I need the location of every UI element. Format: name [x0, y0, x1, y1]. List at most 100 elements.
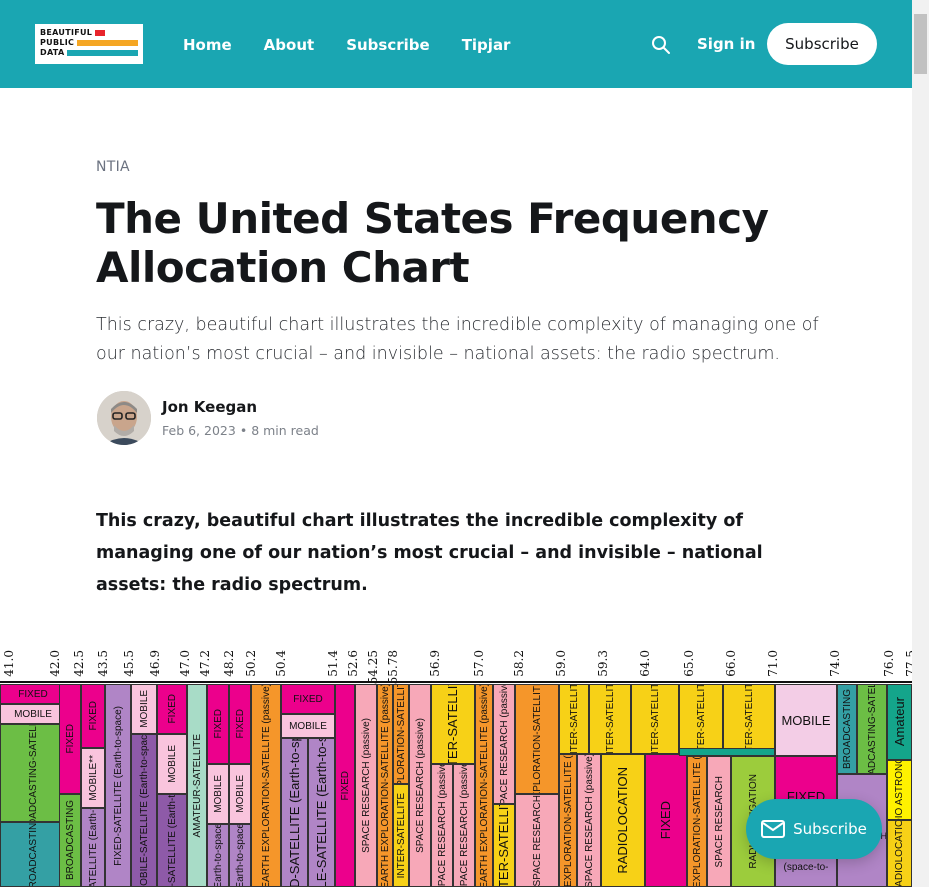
band-mobile-satellite: MOBILE-SATELLITE (Earth-to-space) [157, 794, 187, 887]
tick-label: 42.5 [72, 650, 86, 677]
tick-label: 56.9 [428, 650, 442, 677]
band-amateur-satellite: AMATEUR-SATELLITE [187, 684, 207, 887]
band-mobile-star: MOBILE** [81, 748, 105, 808]
band-radiolocation: RADIOLOCATION [887, 820, 912, 887]
tick-label: 51.4 [326, 650, 340, 677]
nav-home[interactable]: Home [183, 36, 232, 54]
band-broadcasting: BROADCASTING [59, 794, 81, 887]
band-broadcasting-satellite: BROADCASTING-SATELLITE [0, 724, 66, 822]
tick-label: 74.0 [828, 650, 842, 677]
band-eess-passive: EARTH EXPLORATION-SATELLITE (passive) [687, 756, 707, 887]
band-space-research: SPACE RESEARCH [707, 756, 731, 887]
tick-label: 59.3 [596, 650, 610, 677]
band-fixed: FIXED [645, 754, 687, 887]
band-fixed: FIXED [0, 684, 66, 704]
band-mobile: MOBILE [157, 734, 187, 794]
author-name[interactable]: Jon Keegan [162, 398, 257, 416]
band-eess-passive: EARTH EXPLORATION-SATELLITE (passive) [515, 684, 559, 794]
avatar-photo [97, 391, 151, 445]
tick-label: 77.5 [904, 650, 912, 677]
band-fixed-satellite: FIXED-SATELLITE (Earth-to-space) [81, 808, 105, 887]
band-mobile: MOBILE [281, 714, 335, 738]
band-inter-satellite: INTER-SATELLITE [589, 684, 631, 754]
band-mobile: MOBILE [0, 704, 66, 724]
band-radiolocation: RADIOLOCATION [601, 754, 645, 887]
band-inter-satellite: INTER-SATELLITE [631, 684, 679, 754]
band-fixed-satellite: FIXED-SATELLITE (Earth-to-space) [105, 684, 131, 887]
search-icon[interactable] [651, 35, 671, 55]
band-broadcasting-satellite: BROADCASTING-SATELLITE [857, 684, 887, 774]
band-inter-satellite: INTER-SATELLITE [559, 684, 589, 754]
tick-label: 65.0 [682, 650, 696, 677]
tick-label: 43.5 [96, 650, 110, 677]
band-radio-astronomy: RADIO ASTRONOMY [887, 760, 912, 820]
read-time: 8 min read [251, 423, 319, 438]
tick-label: 50.2 [244, 650, 258, 677]
tick-label: 55.78 [386, 650, 400, 685]
band-space-research-passive: SPACE RESEARCH (passive) [431, 764, 453, 887]
band-earth-to-space: Earth-to-space [207, 824, 229, 887]
band-mobile: MOBILE [131, 684, 157, 734]
main-nav: Home About Subscribe Tipjar [183, 36, 542, 54]
band-space-research-passive: SPACE RESEARCH (passive) [355, 684, 377, 887]
band-mobile-satellite: MOBILE-SATELLITE (Earth-to-space) [131, 734, 157, 887]
tick-label: 46.9 [148, 650, 162, 677]
logo-line: DATA [40, 48, 138, 58]
band-fixed: FIXED [157, 684, 187, 734]
tick-label: 41.0 [2, 650, 16, 677]
band-space-research-passive: SPACE RESEARCH (passive) [409, 684, 431, 887]
logo-line: BEAUTIFUL [40, 28, 138, 38]
article-tag[interactable]: NTIA [96, 158, 130, 176]
band-inter-satellite: INTER-SATELLITE [723, 684, 775, 754]
band-fixed-satellite: FIXED-SATELLITE (Earth-to-space) [281, 738, 308, 887]
envelope-icon [761, 820, 786, 838]
tick-label: 52.6 [346, 650, 360, 677]
band-eess-passive: EARTH EXPLORATION-SATELLITE (passive) [559, 754, 577, 887]
tick-label: 64.0 [638, 650, 652, 677]
band-amateur: Amateur [887, 684, 912, 760]
band-space-research-passive: SPACE RESEARCH (passive) [493, 684, 515, 804]
meta-separator: • [239, 423, 248, 438]
band-eess-passive: EARTH EXPLORATION-SATELLITE (passive) [475, 684, 493, 887]
tick-label: 59.0 [554, 650, 568, 677]
article-meta: Feb 6, 2023 • 8 min read [162, 423, 319, 439]
band-broadcasting: BROADCASTING [837, 684, 857, 774]
band-eess-passive: EARTH EXPLORATION-SATELLITE (passive) [377, 684, 393, 887]
band-inter-satellite: INTER-SATELLITE [493, 804, 515, 887]
tick-label: 48.2 [222, 650, 236, 677]
band-inter-satellite: INTER-SATELLITE [679, 684, 723, 754]
scrollbar[interactable] [912, 0, 929, 887]
floating-subscribe-button[interactable]: Subscribe [746, 799, 882, 859]
article-excerpt: This crazy, beautiful chart illustrates … [96, 315, 819, 364]
tick-label: 45.5 [122, 650, 136, 677]
signin-link[interactable]: Sign in [697, 35, 755, 53]
band-mobile: MOBILE [775, 684, 837, 756]
band-fixed: FIXED [59, 684, 81, 794]
author-avatar[interactable] [97, 391, 151, 445]
band-mobile: MOBILE [207, 764, 229, 824]
band-mobile-satellite: MOBILE-SATELLITE (Earth-to-space) [308, 738, 335, 887]
nav-about[interactable]: About [264, 36, 315, 54]
site-logo[interactable]: BEAUTIFUL PUBLIC DATA [35, 24, 143, 64]
tick-label: 66.0 [724, 650, 738, 677]
band-fixed: FIXED [229, 684, 251, 764]
publish-date: Feb 6, 2023 [162, 423, 236, 438]
band-eess-passive: EARTH EXPLORATION-SATELLITE (passive) [251, 684, 281, 887]
tick-label: 76.0 [882, 650, 896, 677]
nav-subscribe[interactable]: Subscribe [346, 36, 430, 54]
band-earth-to-space: Earth-to-space [229, 824, 251, 887]
band-space-research-passive: SPACE RESEARCH (passive) [453, 764, 475, 887]
article-lead: This crazy, beautiful chart illustrates … [96, 511, 763, 595]
band-space-research: SPACE RESEARCH [515, 794, 559, 887]
tick-label: 54.25 [366, 650, 380, 685]
nav-tipjar[interactable]: Tipjar [462, 36, 511, 54]
logo-line: PUBLIC [40, 38, 138, 48]
band-fixed: FIXED [335, 684, 355, 887]
tick-label: 42.0 [48, 650, 62, 677]
tick-label: 47.2 [198, 650, 212, 677]
floating-subscribe-label: Subscribe [793, 820, 867, 838]
band-fixed: FIXED [281, 684, 335, 714]
subscribe-button[interactable]: Subscribe [767, 23, 877, 65]
scrollbar-thumb[interactable] [914, 14, 927, 74]
article-title: The United States Frequency Allocation C… [96, 194, 769, 292]
